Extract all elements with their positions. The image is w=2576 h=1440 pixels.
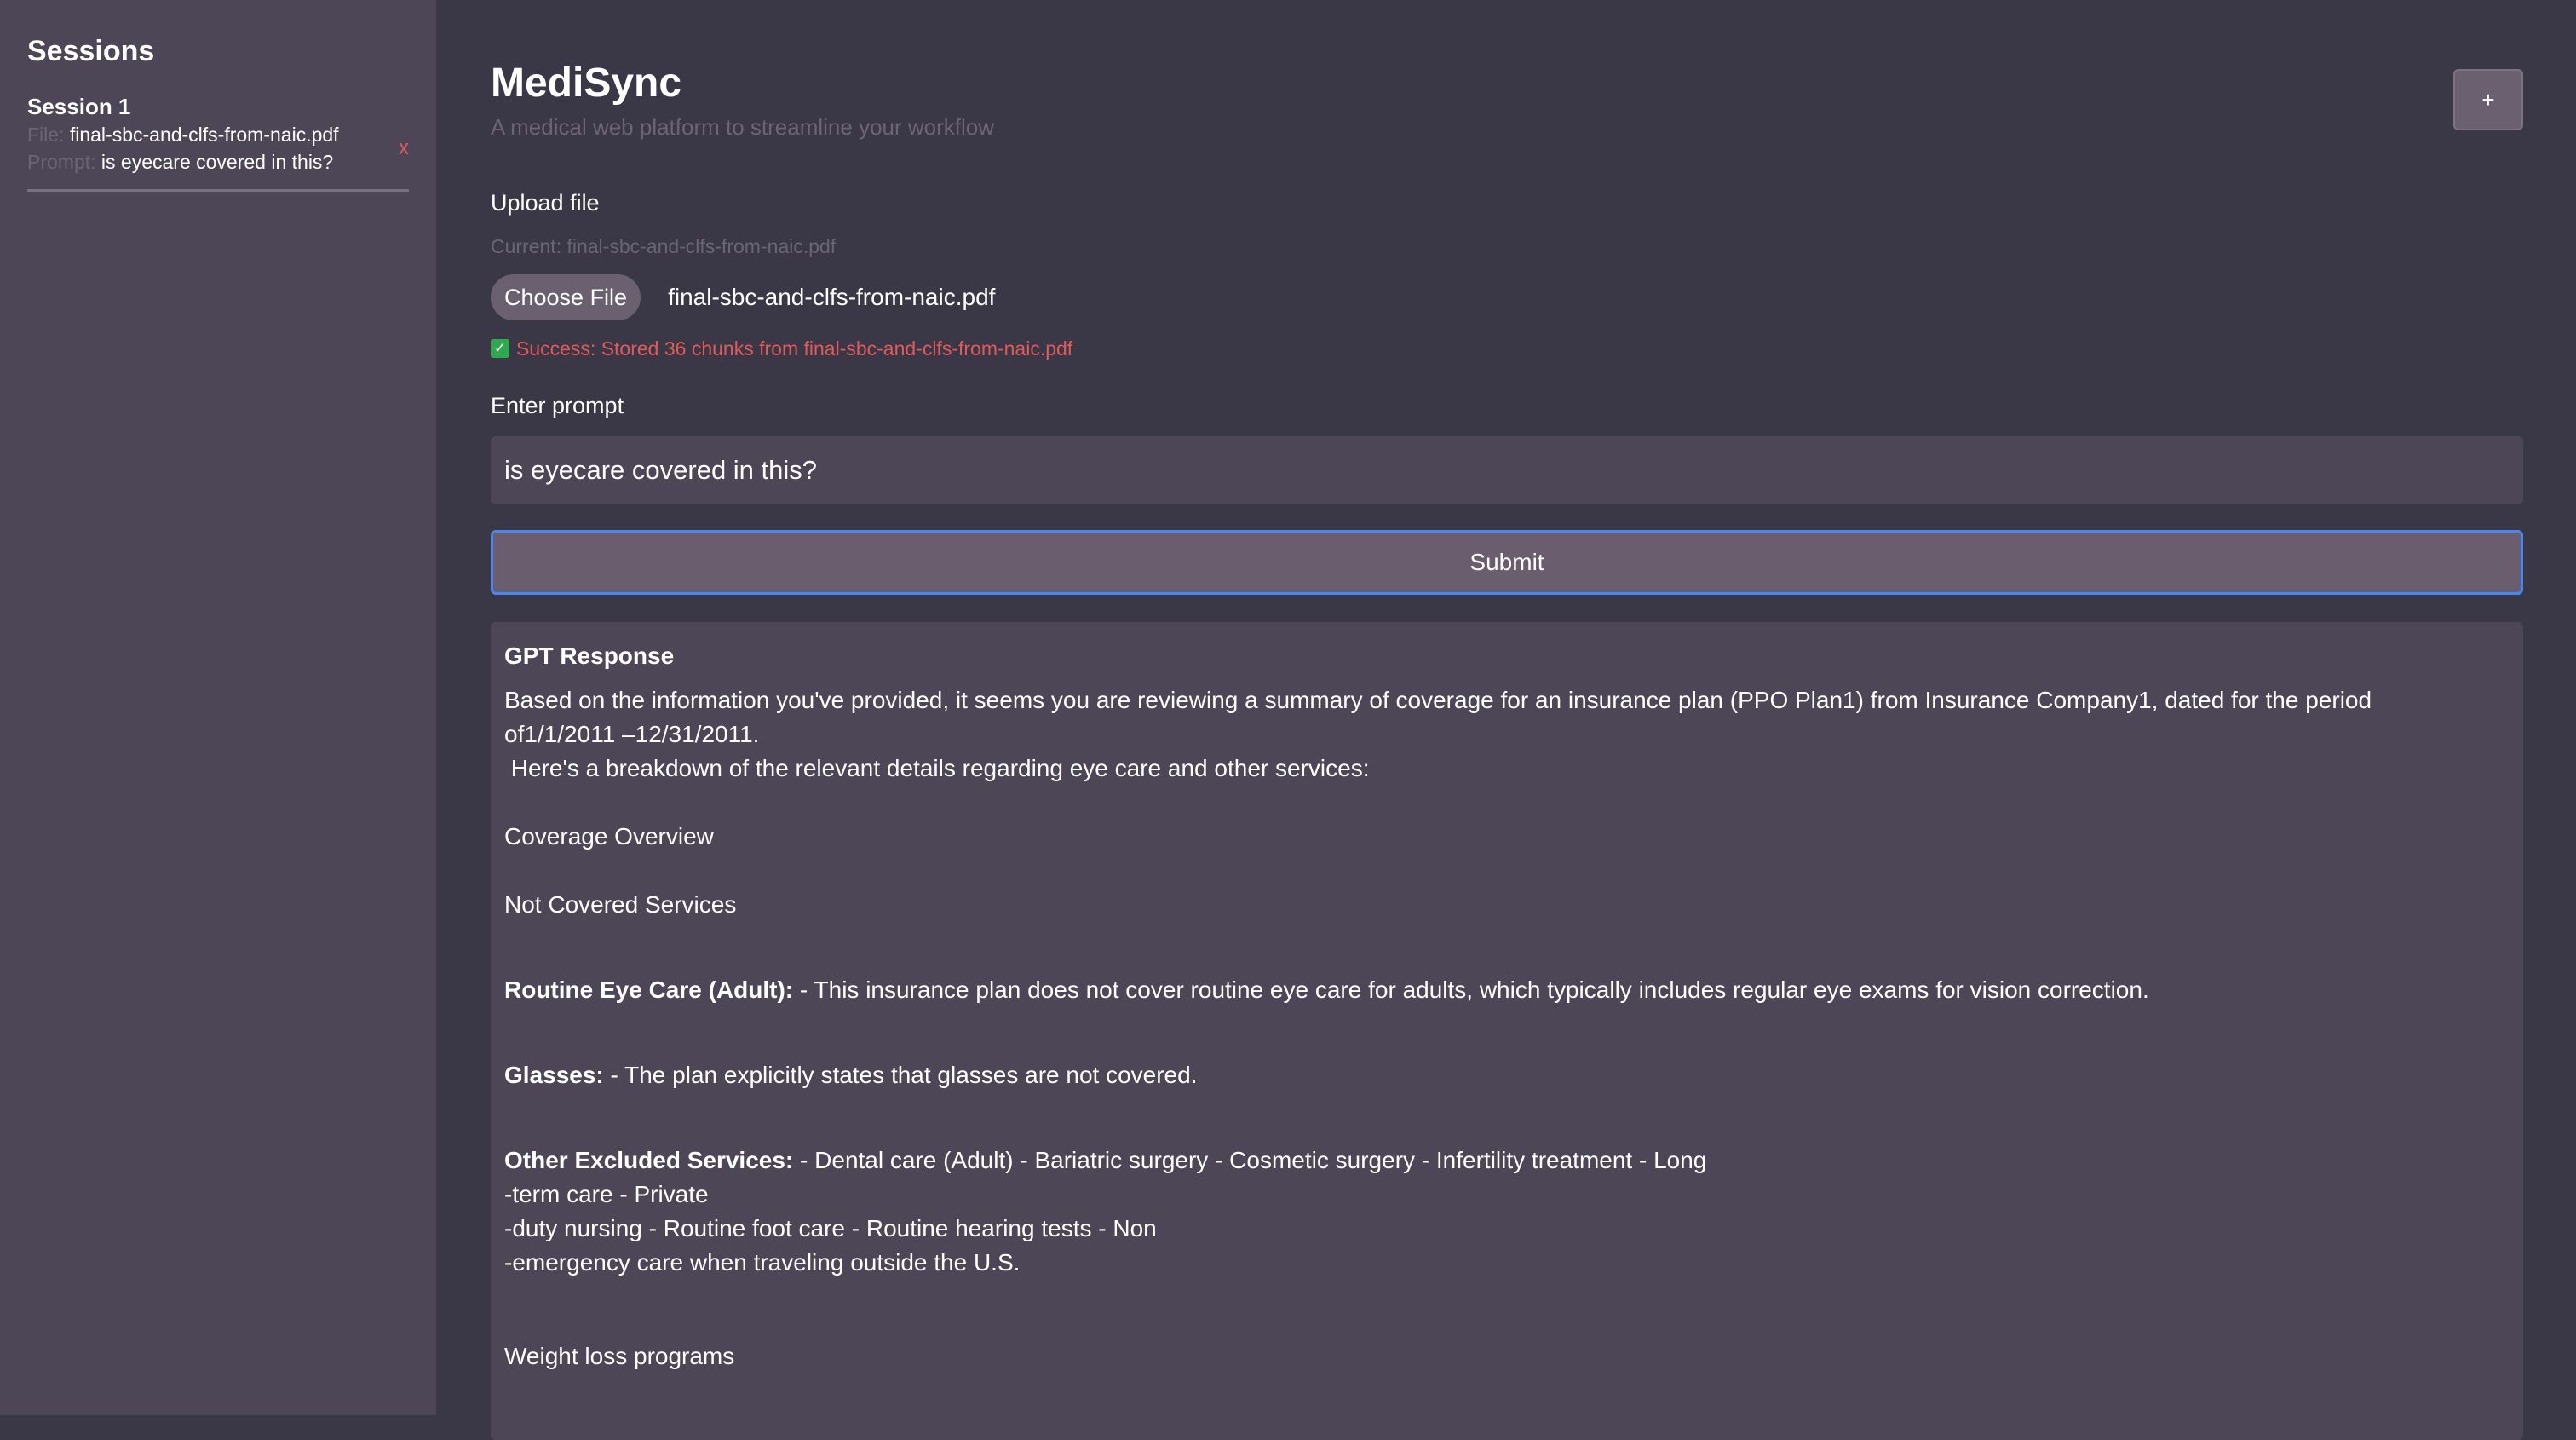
session-file-value: final-sbc-and-clfs-from-naic.pdf [69,124,339,146]
response-blank [504,1280,2510,1314]
current-file-text: Current: final-sbc-and-clfs-from-naic.pd… [491,235,837,257]
response-blank [504,1007,2510,1041]
session-title: Session 1 [27,94,131,119]
prompt-label: Enter prompt [491,393,624,418]
other-text: - Dental care (Adult) - Bariatric surger… [793,1147,1707,1173]
session-file: File: final-sbc-and-clfs-from-naic.pdf [27,121,375,148]
glasses-text: - The plan explicitly states that glasse… [603,1062,1198,1088]
response-blank [504,854,2510,888]
session-prompt: Prompt: is eyecare covered in this? [27,148,375,176]
routine-text: - This insurance plan does not cover rou… [793,976,2149,1003]
upload-success-message: ✓ Success: Stored 36 chunks from final-s… [491,336,1072,361]
response-text: Not Covered Services [504,891,737,918]
response-text: -term care - Private [504,1181,709,1207]
response-blank [504,1314,2510,1339]
response-routine: Routine Eye Care (Adult): - This insuran… [504,973,2510,1007]
prompt-input[interactable] [491,436,2523,504]
response-blank [504,1041,2510,1058]
session-file-label: File: [27,124,65,146]
glasses-heading: Glasses: [504,1062,604,1088]
response-blank [504,1092,2510,1126]
response-text: Weight loss programs [504,1343,735,1369]
choose-file-button[interactable]: Choose File [491,274,641,320]
response-text: of1/1/2011 –12/31/2011. [504,721,760,747]
page-subtitle: A medical web platform to streamline you… [491,114,995,140]
session-item[interactable]: Session 1 File: final-sbc-and-clfs-from-… [27,92,409,192]
sidebar: Sessions Session 1 File: final-sbc-and-c… [0,0,436,1415]
response-text: Here's a breakdown of the relevant detai… [504,755,1370,781]
sidebar-title: Sessions [27,35,155,67]
new-session-button[interactable]: + [2453,69,2523,130]
delete-session-button[interactable]: x [399,135,409,162]
response-other: Other Excluded Services: - Dental care (… [504,1143,2510,1178]
session-prompt-label: Prompt: [27,151,96,173]
file-input: Choose File final-sbc-and-clfs-from-naic… [491,274,995,320]
response-blank [504,1126,2510,1143]
check-icon: ✓ [491,339,509,358]
upload-label: Upload file [491,190,600,216]
response-text: -emergency care when traveling outside t… [504,1249,1021,1276]
success-text: Success: Stored 36 chunks from final-sbc… [516,337,1073,360]
routine-heading: Routine Eye Care (Adult): [504,976,794,1003]
session-prompt-value: is eyecare covered in this? [101,151,334,173]
page-title: MediSync [491,60,682,106]
response-glasses: Glasses: - The plan explicitly states th… [504,1058,2510,1092]
response-text: Coverage Overview [504,823,714,850]
response-text: Based on the information you've provided… [504,687,2372,713]
gpt-response-panel: GPT Response Based on the information yo… [491,622,2523,1440]
response-blank [504,786,2510,820]
submit-button[interactable]: Submit [491,530,2523,595]
other-heading: Other Excluded Services: [504,1147,794,1173]
chosen-file-name: final-sbc-and-clfs-from-naic.pdf [668,284,996,310]
response-blank [504,956,2510,973]
response-text: -duty nursing - Routine foot care - Rout… [504,1215,1157,1241]
response-title: GPT Response [504,642,675,669]
response-blank [504,922,2510,956]
